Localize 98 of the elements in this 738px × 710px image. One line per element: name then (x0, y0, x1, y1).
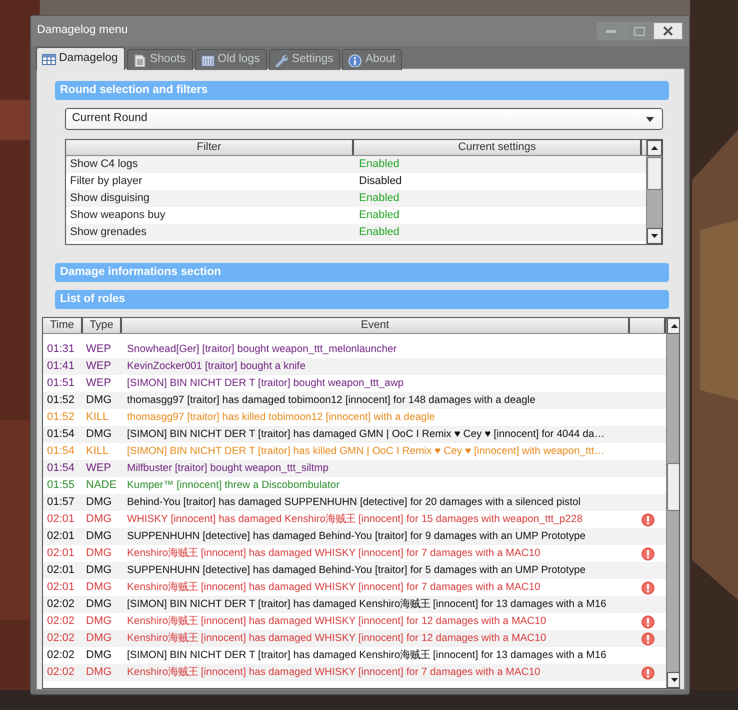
type-cell-text: KILL (85, 444, 110, 459)
table-cell-text: Enabled (358, 208, 400, 223)
table-cell-text: Enabled (358, 191, 400, 206)
time-cell-text: 02:02 (46, 614, 76, 629)
type-cell-text: NADE (85, 478, 118, 493)
event-cell-text: KevinZocker001 [traitor] bought a knife (126, 360, 306, 374)
event-cell-text: Behind-You [traitor] has damaged SUPPENHUHN [detective] for 20 damages with a silenced pistol (126, 496, 582, 510)
table-cell-text: Show weapons buy (69, 208, 166, 223)
info-icon (348, 54, 362, 66)
maximize-icon (634, 26, 644, 36)
type-cell-text: DMG (85, 597, 113, 612)
close-icon (663, 26, 673, 36)
scroll-up-button[interactable] (667, 318, 679, 334)
up-arrow-icon (671, 324, 678, 328)
type-cell-text: DMG (85, 495, 113, 510)
event-cell-text: thomasgg97 [traitor] has killed tobimoon12 [innocent] with a deagle (126, 411, 436, 425)
table-cell-text: Filter by player (69, 174, 144, 189)
type-cell-text: DMG (85, 427, 113, 442)
time-cell-text: 01:52 (46, 410, 76, 425)
event-cell-text: Kumper™ [innocent] threw a Discobombulator (126, 479, 341, 493)
event-cell-text: Kenshiro海贼王 [innocent] has damaged WHISKY [innocent] for 12 damages with a MAC10 (126, 614, 548, 629)
column-header[interactable]: Event (122, 318, 630, 333)
time-cell-text: 02:01 (46, 512, 76, 527)
event-cell-text: SUPPENHUHN [detective] has damaged Behind-You [traitor] for 9 damages with an UMP Prototype (126, 530, 587, 544)
type-cell-text: WEP (85, 342, 112, 357)
window-title: Damagelog menu (37, 23, 128, 38)
time-cell-text: 01:41 (46, 359, 76, 374)
table-cell-text: Disabled (358, 174, 402, 189)
table-cell-text: Show C4 logs (69, 157, 139, 172)
type-cell-text: DMG (85, 393, 113, 408)
time-cell-text: 01:57 (46, 495, 76, 510)
scrollbar-thumb[interactable] (647, 157, 662, 190)
type-cell-text: DMG (85, 563, 113, 578)
time-cell-text: 02:02 (46, 631, 76, 646)
type-cell-text: DMG (85, 546, 113, 561)
time-cell-text: 01:55 (46, 478, 76, 493)
event-cell-text: Kenshiro海贼王 [innocent] has damaged WHISKY [innocent] for 7 damages with a MAC10 (126, 665, 542, 680)
tab[interactable]: Damagelog (36, 47, 125, 70)
time-cell-text: 01:54 (46, 427, 76, 442)
type-cell-text: WEP (85, 359, 112, 374)
event-cell-text: Milfbuster [traitor] bought weapon_ttt_siltmp (126, 462, 330, 476)
event-cell-text: [SIMON] BIN NICHT DER T [traitor] has damaged GMN | OoC I Remix ♥ Cey ♥ [innocent] for 4044 da… (126, 428, 606, 442)
event-cell-text: Kenshiro海贼王 [innocent] has damaged WHISKY [innocent] for 12 damages with a MAC10 (126, 631, 548, 646)
scroll-down-button[interactable] (667, 672, 679, 688)
type-cell-text: KILL (85, 410, 110, 425)
time-cell-text: 02:02 (46, 665, 76, 680)
type-cell-text: DMG (85, 529, 113, 544)
event-cell-text: [SIMON] BIN NICHT DER T [traitor] has damaged Kenshiro海贼王 [innocent] for 13 damages with a M16 (126, 648, 608, 663)
event-cell-text: [SIMON] BIN NICHT DER T [traitor] has damaged Kenshiro海贼王 [innocent] for 13 damages with a M16 (126, 597, 608, 612)
time-cell-text: 02:01 (46, 546, 76, 561)
type-cell-text: DMG (85, 580, 113, 595)
calendar-icon (200, 54, 215, 66)
wrench-icon (274, 54, 289, 66)
time-cell-text: 01:54 (46, 444, 76, 459)
event-cell-text: [SIMON] BIN NICHT DER T [traitor] has killed GMN | OoC I Remix ♥ Cey ♥ [innocent] with weapon_ttt… (126, 445, 606, 459)
event-cell-text: thomasgg97 [traitor] has damaged tobimoon12 [innocent] for 148 damages with a deagle (126, 394, 536, 408)
time-cell-text: 01:31 (46, 342, 76, 357)
table-cell-text: Enabled (358, 225, 400, 240)
close-button[interactable] (653, 22, 683, 40)
table-icon (42, 52, 56, 66)
event-cell-text: Kenshiro海贼王 [innocent] has damaged WHISKY [innocent] for 7 damages with a MAC10 (126, 580, 542, 595)
type-cell-text: WEP (85, 376, 112, 391)
scrollbar[interactable] (666, 318, 679, 688)
table-cell-text: Enabled (358, 157, 400, 172)
type-cell-text: DMG (85, 665, 113, 680)
table-cell-text: Show disguising (69, 191, 150, 206)
scroll-up-button[interactable] (647, 140, 662, 156)
event-cell-text: Kenshiro海贼王 [innocent] has damaged WHISKY [innocent] for 7 damages with a MAC10 (126, 546, 542, 561)
dropdown-caret-icon (646, 116, 654, 122)
up-arrow-icon (651, 146, 658, 150)
type-cell-text: WEP (85, 461, 112, 476)
event-cell-text: Snowhead[Ger] [traitor] bought weapon_ttt_melonlauncher (126, 343, 398, 357)
time-cell-text: 01:52 (46, 393, 76, 408)
column-header[interactable]: Time (43, 318, 83, 333)
time-cell-text: 02:02 (46, 597, 76, 612)
time-cell-text: 02:02 (46, 648, 76, 663)
document-icon (132, 54, 147, 66)
scroll-down-button[interactable] (647, 228, 662, 244)
time-cell-text: 02:01 (46, 563, 76, 578)
down-arrow-icon (651, 234, 658, 238)
type-cell-text: DMG (85, 614, 113, 629)
round-dropdown[interactable]: Current Round (65, 108, 663, 130)
minimize-icon (606, 30, 616, 32)
scrollbar[interactable] (646, 140, 662, 244)
time-cell-text: 01:51 (46, 376, 76, 391)
event-cell-text: WHISKY [innocent] has damaged Kenshiro海贼王 [innocent] for 15 damages with weapon_ttt_p228 (126, 512, 584, 527)
type-cell-text: DMG (85, 631, 113, 646)
event-cell-text: [SIMON] BIN NICHT DER T [traitor] bought weapon_ttt_awp (126, 377, 405, 391)
type-cell-text: DMG (85, 512, 113, 527)
table-cell-text: Show grenades (69, 225, 148, 240)
column-header[interactable]: Type (83, 318, 122, 333)
event-cell-text: SUPPENHUHN [detective] has damaged Behind-You [traitor] for 5 damages with an UMP Prototype (126, 564, 587, 578)
time-cell-text: 01:54 (46, 461, 76, 476)
time-cell-text: 02:01 (46, 529, 76, 544)
scrollbar-thumb[interactable] (667, 463, 679, 511)
down-arrow-icon (671, 678, 678, 682)
type-cell-text: DMG (85, 648, 113, 663)
time-cell-text: 02:01 (46, 580, 76, 595)
